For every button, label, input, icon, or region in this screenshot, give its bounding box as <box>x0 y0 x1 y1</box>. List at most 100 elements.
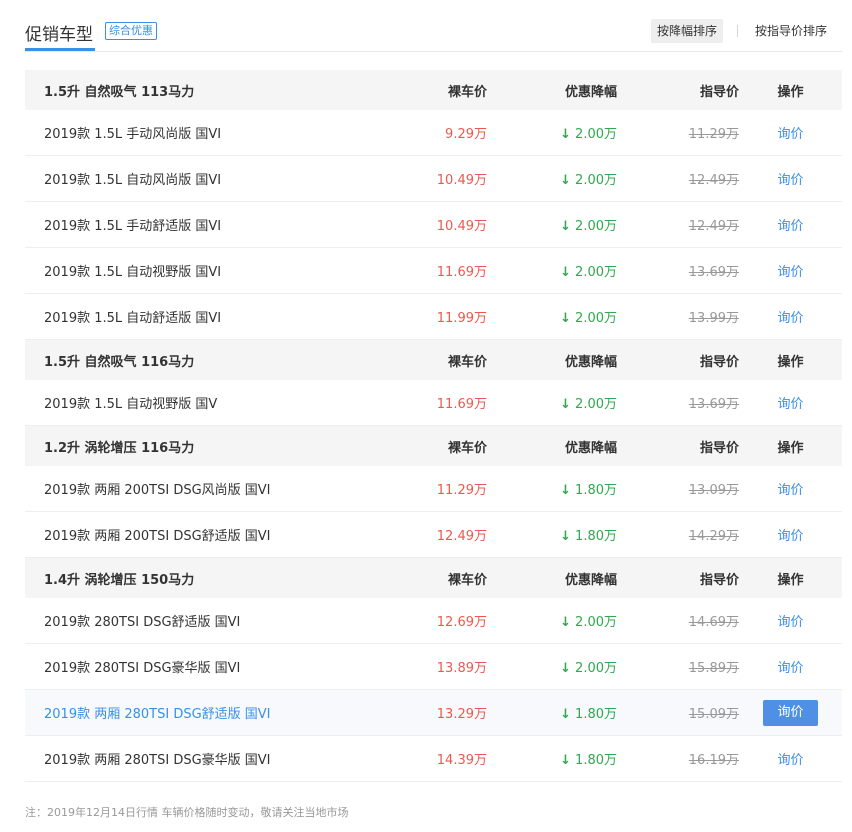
discount-cell: ↓ 2.00万 <box>487 261 617 280</box>
group-engine-label: 1.4升 涡轮增压 150马力 <box>44 572 195 588</box>
down-arrow-icon: ↓ <box>560 219 572 234</box>
col-header-op: 操作 <box>777 354 804 370</box>
model-name-link[interactable]: 2019款 两厢 200TSI DSG风尚版 国VI <box>25 479 385 498</box>
model-name-link[interactable]: 2019款 两厢 280TSI DSG舒适版 国VI <box>25 703 385 722</box>
guide-price: 13.69万 <box>688 397 739 412</box>
down-arrow-icon: ↓ <box>560 483 572 498</box>
model-name-link[interactable]: 2019款 1.5L 手动风尚版 国VI <box>25 123 385 142</box>
col-header-guide: 指导价 <box>699 354 739 370</box>
discount-cell: ↓ 2.00万 <box>487 611 617 630</box>
guide-price: 13.69万 <box>688 265 739 280</box>
table-row[interactable]: 2019款 两厢 280TSI DSG舒适版 国VI 13.29万 ↓ 1.80万 15… <box>25 690 842 736</box>
dealer-price: 10.49万 <box>436 219 487 234</box>
group-engine-label: 1.2升 涡轮增压 116马力 <box>44 440 195 456</box>
model-name-link[interactable]: 2019款 1.5L 自动视野版 国V <box>25 393 385 412</box>
inquire-button[interactable]: 询价 <box>763 699 818 726</box>
discount-value: 2.00万 <box>575 615 617 630</box>
col-header-discount: 优惠降幅 <box>564 572 617 588</box>
title-underline <box>25 48 95 51</box>
guide-price: 13.99万 <box>688 311 739 326</box>
model-name-link[interactable]: 2019款 1.5L 自动舒适版 国VI <box>25 307 385 326</box>
footnote: 注：2019年12月14日行情 车辆价格随时变动，敬请关注当地市场 <box>25 806 349 819</box>
guide-price: 14.29万 <box>688 529 739 544</box>
discount-value: 1.80万 <box>575 707 617 722</box>
group-header-row: 1.2升 涡轮增压 116马力 裸车价 优惠降幅 指导价 操作 <box>25 426 842 466</box>
discount-value: 1.80万 <box>575 529 617 544</box>
table-row[interactable]: 2019款 1.5L 自动风尚版 国VI 10.49万 ↓ 2.00万 12.49万 询价 <box>25 156 842 202</box>
discount-value: 2.00万 <box>575 265 617 280</box>
col-header-op: 操作 <box>777 84 804 100</box>
guide-price: 16.19万 <box>688 753 739 768</box>
model-name-link[interactable]: 2019款 1.5L 手动舒适版 国VI <box>25 215 385 234</box>
discount-value: 2.00万 <box>575 397 617 412</box>
discount-cell: ↓ 2.00万 <box>487 307 617 326</box>
guide-price: 14.69万 <box>688 615 739 630</box>
op-cell: 询价 <box>739 169 842 188</box>
guide-price: 11.29万 <box>688 127 739 142</box>
op-cell: 询价 <box>739 123 842 142</box>
op-cell: 询价 <box>739 261 842 280</box>
col-header-price: 裸车价 <box>447 440 487 456</box>
table-row[interactable]: 2019款 280TSI DSG豪华版 国VI 13.89万 ↓ 2.00万 15.89… <box>25 644 842 690</box>
model-name-link[interactable]: 2019款 两厢 200TSI DSG舒适版 国VI <box>25 525 385 544</box>
col-header-discount: 优惠降幅 <box>564 354 617 370</box>
discount-value: 2.00万 <box>575 127 617 142</box>
down-arrow-icon: ↓ <box>560 173 572 188</box>
table-row[interactable]: 2019款 280TSI DSG舒适版 国VI 12.69万 ↓ 2.00万 14.69… <box>25 598 842 644</box>
discount-cell: ↓ 1.80万 <box>487 749 617 768</box>
dealer-price: 11.69万 <box>436 265 487 280</box>
inquire-button[interactable]: 询价 <box>777 173 803 188</box>
guide-price: 12.49万 <box>688 219 739 234</box>
guide-price: 15.89万 <box>688 661 739 676</box>
dealer-price: 11.99万 <box>436 311 487 326</box>
discount-value: 2.00万 <box>575 311 617 326</box>
table-row[interactable]: 2019款 两厢 200TSI DSG风尚版 国VI 11.29万 ↓ 1.80万 13… <box>25 466 842 512</box>
discount-cell: ↓ 2.00万 <box>487 393 617 412</box>
discount-value: 1.80万 <box>575 483 617 498</box>
discount-cell: ↓ 2.00万 <box>487 123 617 142</box>
group-engine-label: 1.5升 自然吸气 116马力 <box>44 354 195 370</box>
group-header-row: 1.5升 自然吸气 116马力 裸车价 优惠降幅 指导价 操作 <box>25 340 842 380</box>
col-header-guide: 指导价 <box>699 84 739 100</box>
down-arrow-icon: ↓ <box>560 397 572 412</box>
sort-by-guide-button[interactable]: 按指导价排序 <box>755 19 827 43</box>
sort-by-discount-button[interactable]: 按降幅排序 <box>651 19 724 43</box>
table-row[interactable]: 2019款 1.5L 自动视野版 国VI 11.69万 ↓ 2.00万 13.69万 询价 <box>25 248 842 294</box>
model-name-link[interactable]: 2019款 两厢 280TSI DSG豪华版 国VI <box>25 749 385 768</box>
inquire-button[interactable]: 询价 <box>777 219 803 234</box>
op-cell: 询价 <box>739 611 842 630</box>
down-arrow-icon: ↓ <box>560 529 572 544</box>
inquire-button[interactable]: 询价 <box>777 397 803 412</box>
down-arrow-icon: ↓ <box>560 707 572 722</box>
op-cell: 询价 <box>739 749 842 768</box>
table-row[interactable]: 2019款 1.5L 手动舒适版 国VI 10.49万 ↓ 2.00万 12.49万 询价 <box>25 202 842 248</box>
model-name-link[interactable]: 2019款 1.5L 自动风尚版 国VI <box>25 169 385 188</box>
table-row[interactable]: 2019款 两厢 200TSI DSG舒适版 国VI 12.49万 ↓ 1.80万 14… <box>25 512 842 558</box>
inquire-button[interactable]: 询价 <box>777 483 803 498</box>
table-row[interactable]: 2019款 1.5L 手动风尚版 国VI 9.29万 ↓ 2.00万 11.29万 询价 <box>25 110 842 156</box>
sort-divider <box>737 25 738 37</box>
dealer-price: 13.29万 <box>436 707 487 722</box>
promo-table: 1.5升 自然吸气 113马力 裸车价 优惠降幅 指导价 操作 2019款 1.5L 手动… <box>25 70 842 782</box>
discount-value: 2.00万 <box>575 661 617 676</box>
table-row[interactable]: 2019款 两厢 280TSI DSG豪华版 国VI 14.39万 ↓ 1.80万 16… <box>25 736 842 782</box>
table-row[interactable]: 2019款 1.5L 自动舒适版 国VI 11.99万 ↓ 2.00万 13.99万 询价 <box>25 294 842 340</box>
inquire-button[interactable]: 询价 <box>777 661 803 676</box>
model-name-link[interactable]: 2019款 280TSI DSG豪华版 国VI <box>25 657 385 676</box>
inquire-button[interactable]: 询价 <box>777 311 803 326</box>
col-header-op: 操作 <box>777 572 804 588</box>
inquire-button[interactable]: 询价 <box>777 265 803 280</box>
inquire-button[interactable]: 询价 <box>777 615 803 630</box>
model-name-link[interactable]: 2019款 280TSI DSG舒适版 国VI <box>25 611 385 630</box>
section-title: 促销车型 <box>25 25 93 45</box>
inquire-button[interactable]: 询价 <box>777 529 803 544</box>
model-name-link[interactable]: 2019款 1.5L 自动视野版 国VI <box>25 261 385 280</box>
discount-cell: ↓ 2.00万 <box>487 169 617 188</box>
discount-cell: ↓ 2.00万 <box>487 657 617 676</box>
inquire-button[interactable]: 询价 <box>777 127 803 142</box>
discount-cell: ↓ 1.80万 <box>487 703 617 722</box>
down-arrow-icon: ↓ <box>560 615 572 630</box>
op-cell: 询价 <box>739 307 842 326</box>
inquire-button[interactable]: 询价 <box>777 753 803 768</box>
table-row[interactable]: 2019款 1.5L 自动视野版 国V 11.69万 ↓ 2.00万 13.69万 询价 <box>25 380 842 426</box>
